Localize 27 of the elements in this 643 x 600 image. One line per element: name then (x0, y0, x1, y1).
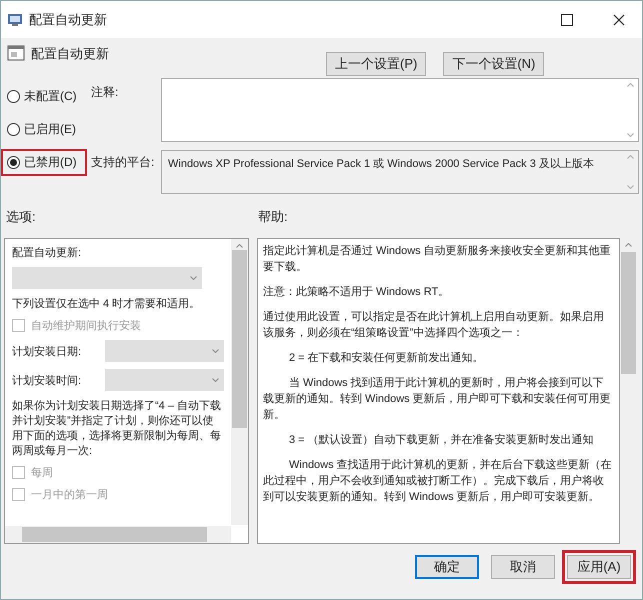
option-text: 如果你为计划安装日期选择了“4 – 自动下载并计划安装”并指定了计划，则你还可以使用下面的选项，选择将更新限制为每周、每两周或每月一次: (12, 398, 222, 458)
help-paragraph: 通过使用此设置，可以指定是否在此计算机上启用自动更新。如果启用该服务，则必须在“组策略设置”中选择四个选项之一： (263, 310, 605, 341)
nav-button[interactable]: 上一个设置(P) (326, 52, 426, 76)
platform-field: Windows XP Professional Service Pack 1 或 Windows 2000 Service Pack 3 及以上版本 (161, 150, 639, 194)
window-title: 配置自动更新 (29, 10, 108, 28)
help-paragraph: 2 = 在下载和安装任何更新前发出通知。 (288, 350, 485, 366)
options-label: 选项: (6, 208, 37, 226)
dialog-button[interactable]: 应用(A) (567, 555, 631, 579)
comment-label: 注释: (91, 84, 120, 101)
help-label: 帮助: (258, 208, 288, 226)
help-paragraph: Windows 查找适用于此计算机的更新，并在后台下载这些更新（在此过程中，用户不会收到通知或被打断工作）。完成下载后，用户将收到可以安装更新的通知。转到 Windows 更新后，用户即可安装更新。 (263, 458, 613, 505)
nav-button[interactable]: 下一个设置(N) (443, 52, 544, 76)
help-paragraph: 注意：此策略不适用于 Windows RT。 (263, 284, 450, 300)
dialog-button[interactable]: 确定 (415, 555, 479, 579)
option-text: 下列设置仅在选中 4 时才需要和适用。 (12, 297, 202, 311)
platform-label: 支持的平台: (91, 154, 156, 171)
dialog-button[interactable]: 取消 (491, 555, 555, 579)
help-paragraph: 3 = （默认设置）自动下载更新，并在准备安装更新时发出通知 (288, 432, 595, 448)
radio-label[interactable]: 已禁用(D) (24, 154, 77, 171)
help-paragraph: 当 Windows 找到适用于此计算机的更新时，用户将会接到可以下载更新的通知。转到 Windows 更新后，用户即可下载和安装任何可用更新。 (263, 376, 612, 423)
radio-label[interactable]: 未配置(C) (24, 88, 77, 105)
radio-label[interactable]: 已启用(E) (24, 121, 76, 138)
option-label: 计划安装时间: (12, 374, 82, 388)
option-label: 计划安装日期: (12, 344, 82, 358)
help-paragraph: 指定此计算机是否通过 Windows 自动更新服务来接收安全更新和其他重要下载。 (263, 244, 612, 275)
option-text: 配置自动更新: (12, 246, 82, 260)
policy-title: 配置自动更新 (31, 45, 110, 63)
